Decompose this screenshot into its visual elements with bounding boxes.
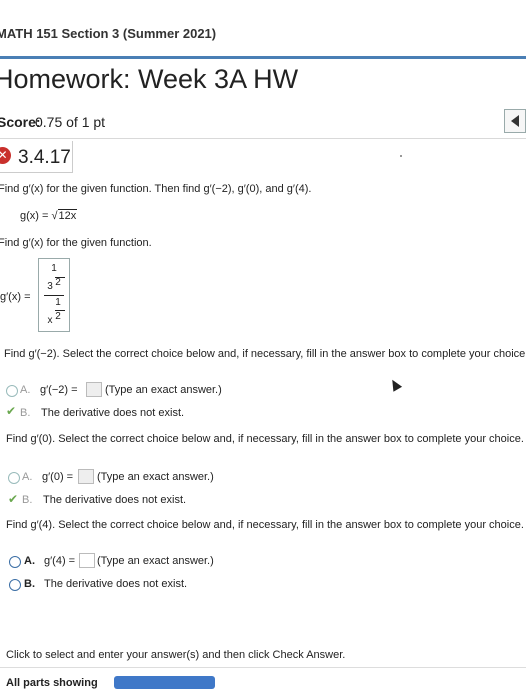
part2-option-b-letter: B.: [20, 407, 31, 419]
part4-option-a-radio[interactable]: [9, 556, 21, 568]
part3-option-a-hint: (Type an exact answer.): [97, 471, 214, 483]
function-definition: g(x) = √12x: [20, 209, 78, 222]
footer-divider: [0, 667, 526, 668]
chevron-left-icon: [511, 115, 519, 127]
part3-option-b-letter: B.: [22, 494, 33, 506]
part2-option-a-radio[interactable]: [6, 385, 18, 397]
part4-option-b-text[interactable]: The derivative does not exist.: [44, 578, 187, 590]
part3-option-a-letter: A.: [22, 471, 33, 483]
progress-bar: [114, 676, 215, 689]
question-number: 3.4.17: [18, 147, 71, 168]
course-title: MATH 151 Section 3 (Summer 2021): [0, 26, 217, 41]
main-fraction-bar: [44, 295, 64, 296]
part2-answer-input[interactable]: [86, 382, 102, 397]
question-prompt: Find g′(x) for the given function. Then …: [0, 183, 312, 195]
coef-exp-num: 1: [51, 263, 57, 274]
part2-option-a-hint: (Type an exact answer.): [105, 384, 222, 396]
part4-prompt: Find g′(4). Select the correct choice be…: [6, 519, 524, 531]
parts-showing-label: All parts showing: [6, 677, 98, 689]
collapse-toggle-button[interactable]: [504, 109, 526, 133]
part4-option-a-hint: (Type an exact answer.): [97, 555, 214, 567]
homework-title: Homework: Week 3A HW: [0, 64, 299, 94]
dot-mark: [400, 155, 402, 157]
score-value: 0.75 of 1 pt: [35, 114, 106, 130]
coef: 3: [47, 281, 53, 292]
function-radicand: 12x: [57, 209, 78, 222]
header-divider: [0, 56, 526, 59]
part3-option-b-text[interactable]: The derivative does not exist.: [43, 494, 186, 506]
part3-answer-input[interactable]: [78, 469, 94, 484]
part2-option-b-text[interactable]: The derivative does not exist.: [41, 407, 184, 419]
part3-option-a-radio[interactable]: [8, 472, 20, 484]
part4-option-b-letter: B.: [24, 578, 35, 590]
part1-prompt: Find g′(x) for the given function.: [0, 237, 152, 249]
part4-option-a-lhs: g′(4) =: [44, 555, 76, 567]
var: x: [47, 315, 53, 326]
var-exp-num: 1: [55, 297, 61, 308]
part2-option-a-lhs: g′(−2) =: [40, 384, 78, 396]
divider: [0, 138, 526, 139]
part4-answer-input[interactable]: [79, 553, 95, 568]
sqrt-symbol: √: [51, 210, 58, 222]
derivative-lhs: g′(x) =: [0, 291, 31, 303]
part3-prompt: Find g′(0). Select the correct choice be…: [6, 433, 524, 445]
function-lhs: g(x) =: [20, 210, 52, 222]
check-icon: ✔: [8, 492, 19, 506]
mouse-cursor-icon: [387, 377, 403, 392]
part4-option-a-letter: A.: [24, 555, 35, 567]
check-icon: ✔: [6, 404, 17, 418]
derivative-answer-box[interactable]: 1 2 3 1 2 x: [38, 258, 70, 332]
part4-option-b-radio[interactable]: [9, 579, 21, 591]
part3-option-a-lhs: g′(0) =: [42, 471, 74, 483]
part2-prompt: Find g′(−2). Select the correct choice b…: [4, 348, 526, 360]
part2-option-a-letter: A.: [20, 384, 31, 396]
footer-instruction: Click to select and enter your answer(s)…: [6, 649, 346, 661]
